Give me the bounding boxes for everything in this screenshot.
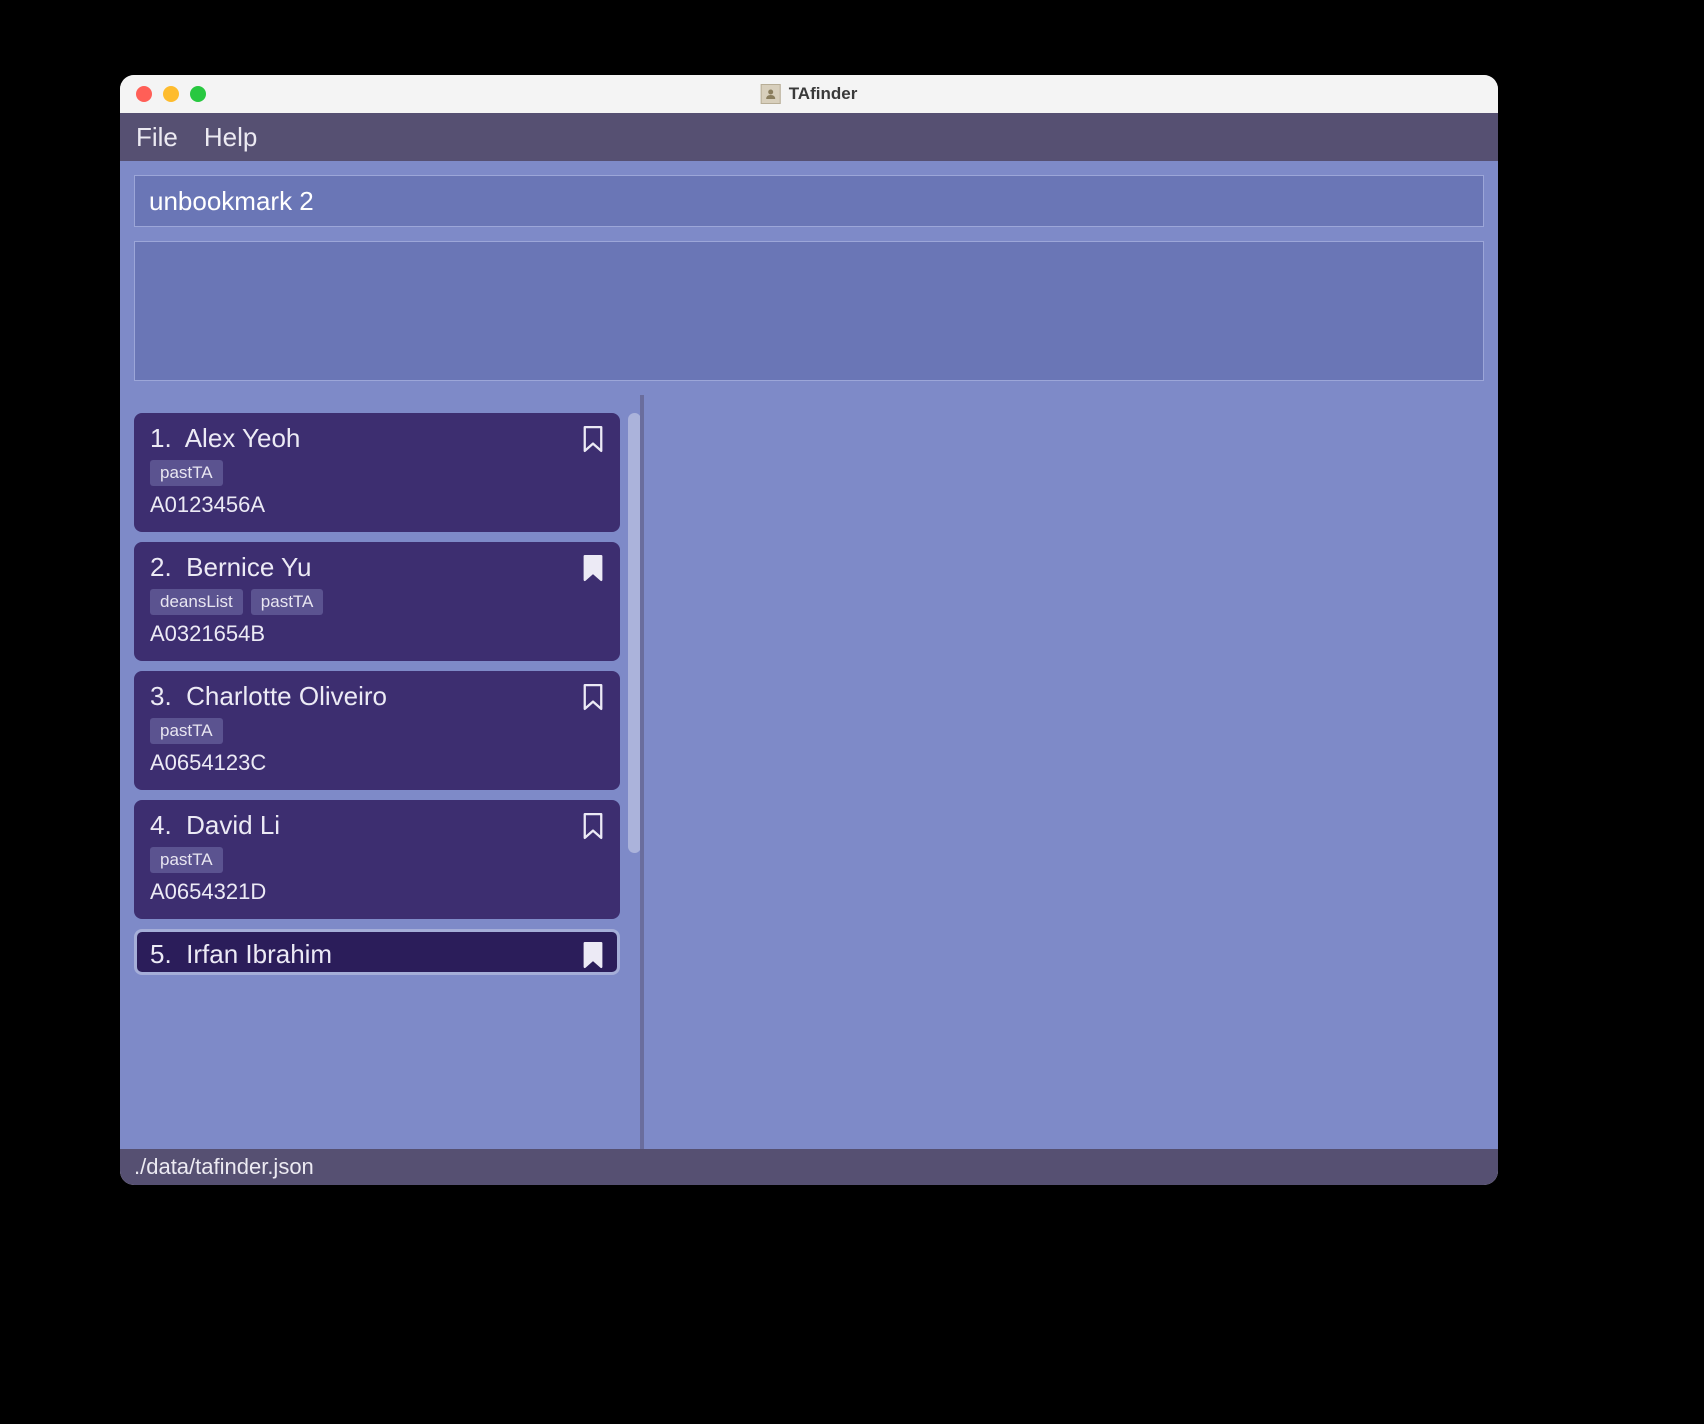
bookmark-icon [582, 425, 604, 453]
person-card[interactable]: 2. Bernice Yu deansList pastTA A0321654B [134, 542, 620, 661]
traffic-lights [136, 86, 206, 102]
person-header: 3. Charlotte Oliveiro [150, 681, 604, 712]
person-header: 5. Irfan Ibrahim [150, 939, 604, 970]
person-card[interactable]: 1. Alex Yeoh pastTA A0123456A [134, 413, 620, 532]
scrollbar-thumb[interactable] [628, 413, 640, 853]
person-header: 1. Alex Yeoh [150, 423, 604, 454]
result-display [134, 241, 1484, 381]
person-header: 2. Bernice Yu [150, 552, 604, 583]
tag: pastTA [150, 847, 223, 873]
detail-panel [644, 395, 1498, 1149]
person-id: A0654321D [150, 879, 604, 905]
menu-help[interactable]: Help [204, 122, 257, 153]
tags-row: deansList pastTA [150, 589, 604, 615]
split-panel: 1. Alex Yeoh pastTA A0123456A 2. Bernice… [120, 395, 1498, 1149]
app-icon [761, 84, 781, 104]
status-path: ./data/tafinder.json [134, 1154, 314, 1180]
bookmark-icon [582, 941, 604, 969]
person-list-panel: 1. Alex Yeoh pastTA A0123456A 2. Bernice… [120, 395, 640, 1149]
bookmark-icon [582, 554, 604, 582]
person-card[interactable]: 4. David Li pastTA A0654321D [134, 800, 620, 919]
maximize-button[interactable] [190, 86, 206, 102]
person-list: 1. Alex Yeoh pastTA A0123456A 2. Bernice… [134, 413, 620, 1149]
window-title-text: TAfinder [789, 84, 858, 104]
tags-row: pastTA [150, 718, 604, 744]
statusbar: ./data/tafinder.json [120, 1149, 1498, 1185]
command-input[interactable] [134, 175, 1484, 227]
menu-file[interactable]: File [136, 122, 178, 153]
tag: pastTA [150, 718, 223, 744]
titlebar: TAfinder [120, 75, 1498, 113]
person-card[interactable]: 5. Irfan Ibrahim [134, 929, 620, 975]
content-area: 1. Alex Yeoh pastTA A0123456A 2. Bernice… [120, 161, 1498, 1149]
bookmark-icon [582, 683, 604, 711]
person-id: A0321654B [150, 621, 604, 647]
person-id: A0654123C [150, 750, 604, 776]
person-name: 4. David Li [150, 810, 280, 841]
app-window: TAfinder File Help 1. Alex Yeoh pastTA A… [120, 75, 1498, 1185]
person-name: 1. Alex Yeoh [150, 423, 300, 454]
close-button[interactable] [136, 86, 152, 102]
person-name: 2. Bernice Yu [150, 552, 311, 583]
person-name: 3. Charlotte Oliveiro [150, 681, 387, 712]
menubar: File Help [120, 113, 1498, 161]
tags-row: pastTA [150, 460, 604, 486]
person-id: A0123456A [150, 492, 604, 518]
bookmark-icon [582, 812, 604, 840]
panel-divider[interactable] [640, 395, 644, 1149]
tag: deansList [150, 589, 243, 615]
person-card[interactable]: 3. Charlotte Oliveiro pastTA A0654123C [134, 671, 620, 790]
person-header: 4. David Li [150, 810, 604, 841]
tags-row: pastTA [150, 847, 604, 873]
tag: pastTA [150, 460, 223, 486]
tag: pastTA [251, 589, 324, 615]
window-title: TAfinder [761, 84, 858, 104]
person-name: 5. Irfan Ibrahim [150, 939, 332, 970]
scrollbar[interactable] [620, 413, 640, 1149]
minimize-button[interactable] [163, 86, 179, 102]
